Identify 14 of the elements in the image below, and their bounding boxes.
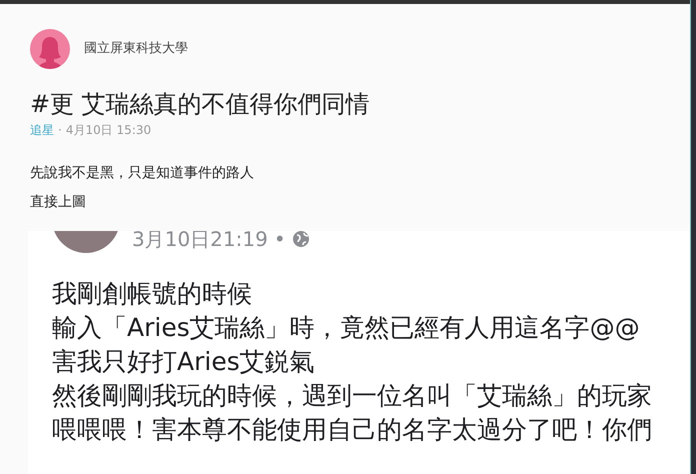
body-text: 先說我不是黑，只是知道事件的路人: [30, 164, 254, 183]
body-text: 喂喂喂！害本尊不能使用自己的名字太過分了吧！你們: [52, 415, 652, 444]
post-time: 4月10日 15:30: [66, 122, 152, 139]
body-text: 然後剛剛我玩的時候，遇到一位名叫「艾瑞絲」的玩家: [52, 381, 652, 410]
body-text: 我剛創帳號的時候: [52, 279, 252, 308]
separator: ·: [58, 122, 62, 139]
post-title: #更 艾瑞絲真的不值得你們同情: [30, 89, 371, 120]
body-text: 害我只好打Aries艾鋭氣: [52, 347, 315, 376]
separator: •: [274, 231, 286, 253]
body-text: 輸入「Aries艾瑞絲」時，竟然已經有人用這名字@@: [52, 313, 640, 342]
post-time: 3月10日21:19: [132, 231, 268, 253]
author-name[interactable]: 國立屏東科技大學: [84, 39, 188, 59]
body-text: 直接上圖: [30, 193, 86, 212]
avatar-icon: [30, 29, 70, 69]
